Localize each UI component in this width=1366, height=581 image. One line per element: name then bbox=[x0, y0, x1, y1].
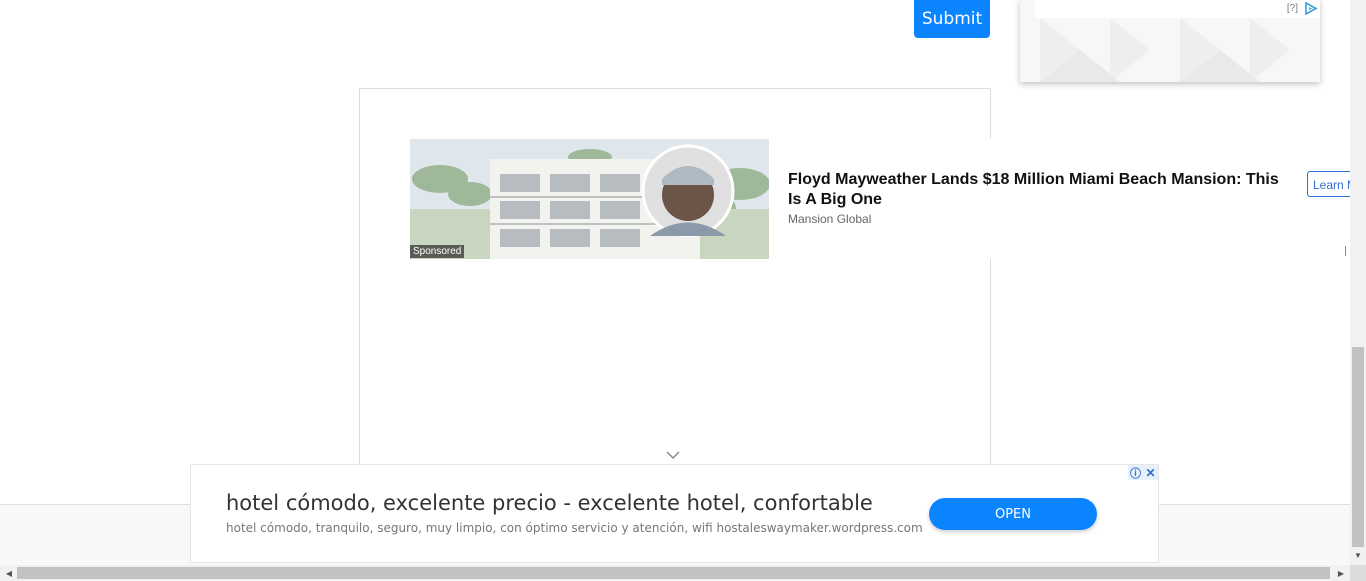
scrollbar-corner bbox=[1350, 565, 1366, 581]
info-icon[interactable]: ⓘ bbox=[1128, 465, 1143, 480]
scroll-right-arrow-icon[interactable]: ▶ bbox=[1334, 565, 1348, 581]
ad-help-link[interactable]: [?] bbox=[1287, 3, 1298, 14]
vertical-scroll-thumb[interactable] bbox=[1352, 347, 1364, 547]
submit-button[interactable]: Submit bbox=[914, 0, 990, 38]
ad-header-strip bbox=[1035, 0, 1320, 18]
ad-headline[interactable]: hotel cómodo, excelente precio - excelen… bbox=[226, 491, 873, 515]
sponsored-headline[interactable]: Floyd Mayweather Lands $18 Million Miami… bbox=[788, 170, 1288, 210]
sponsored-image[interactable] bbox=[410, 139, 769, 259]
adchoices-icon[interactable] bbox=[1304, 2, 1318, 15]
ad-open-button[interactable]: OPEN bbox=[929, 498, 1097, 530]
mansion-photo bbox=[410, 139, 769, 259]
horizontal-scroll-thumb[interactable] bbox=[17, 567, 1330, 579]
sponsored-source: Mansion Global bbox=[788, 212, 872, 226]
close-icon[interactable]: ✕ bbox=[1143, 465, 1158, 480]
scroll-down-arrow-icon[interactable]: ▼ bbox=[1350, 548, 1366, 562]
top-banner-ad[interactable]: [?] bbox=[1020, 0, 1320, 82]
chevron-down-icon[interactable] bbox=[664, 448, 682, 462]
scroll-left-arrow-icon[interactable]: ◀ bbox=[2, 565, 16, 581]
sponsored-label: Sponsored bbox=[410, 245, 465, 258]
ad-description: hotel cómodo, tranquilo, seguro, muy lim… bbox=[226, 521, 923, 535]
